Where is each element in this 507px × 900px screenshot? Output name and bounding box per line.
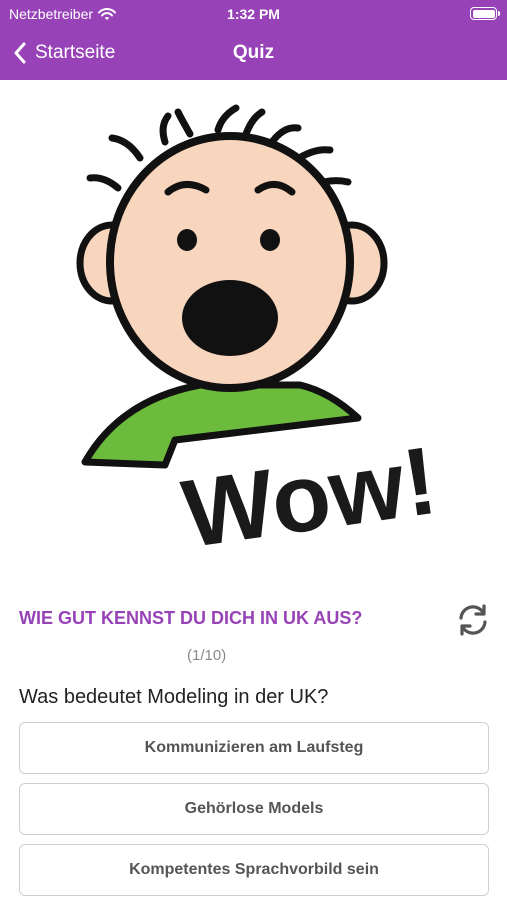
quiz-heading: WIE GUT KENNST DU DICH IN UK AUS? xyxy=(19,608,363,628)
status-bar: Netzbetreiber 1:32 PM xyxy=(0,0,507,28)
answer-option-1[interactable]: Kommunizieren am Laufsteg xyxy=(19,722,489,774)
wow-caption: Wow! xyxy=(176,427,443,560)
question-text: Was bedeutet Modeling in der UK? xyxy=(19,686,329,708)
answer-option-2[interactable]: Gehörlose Models xyxy=(19,783,489,835)
top-bar: Netzbetreiber 1:32 PM Startseite Quiz xyxy=(0,0,507,80)
refresh-icon[interactable] xyxy=(456,603,490,637)
question-progress: (1/10) xyxy=(187,647,227,664)
battery-icon xyxy=(470,7,500,20)
wow-boy-illustration: Wow! xyxy=(76,104,443,560)
status-time: 1:32 PM xyxy=(227,6,280,22)
page-title: Quiz xyxy=(232,42,275,63)
answer-option-3[interactable]: Kompetentes Sprachvorbild sein xyxy=(19,844,489,896)
